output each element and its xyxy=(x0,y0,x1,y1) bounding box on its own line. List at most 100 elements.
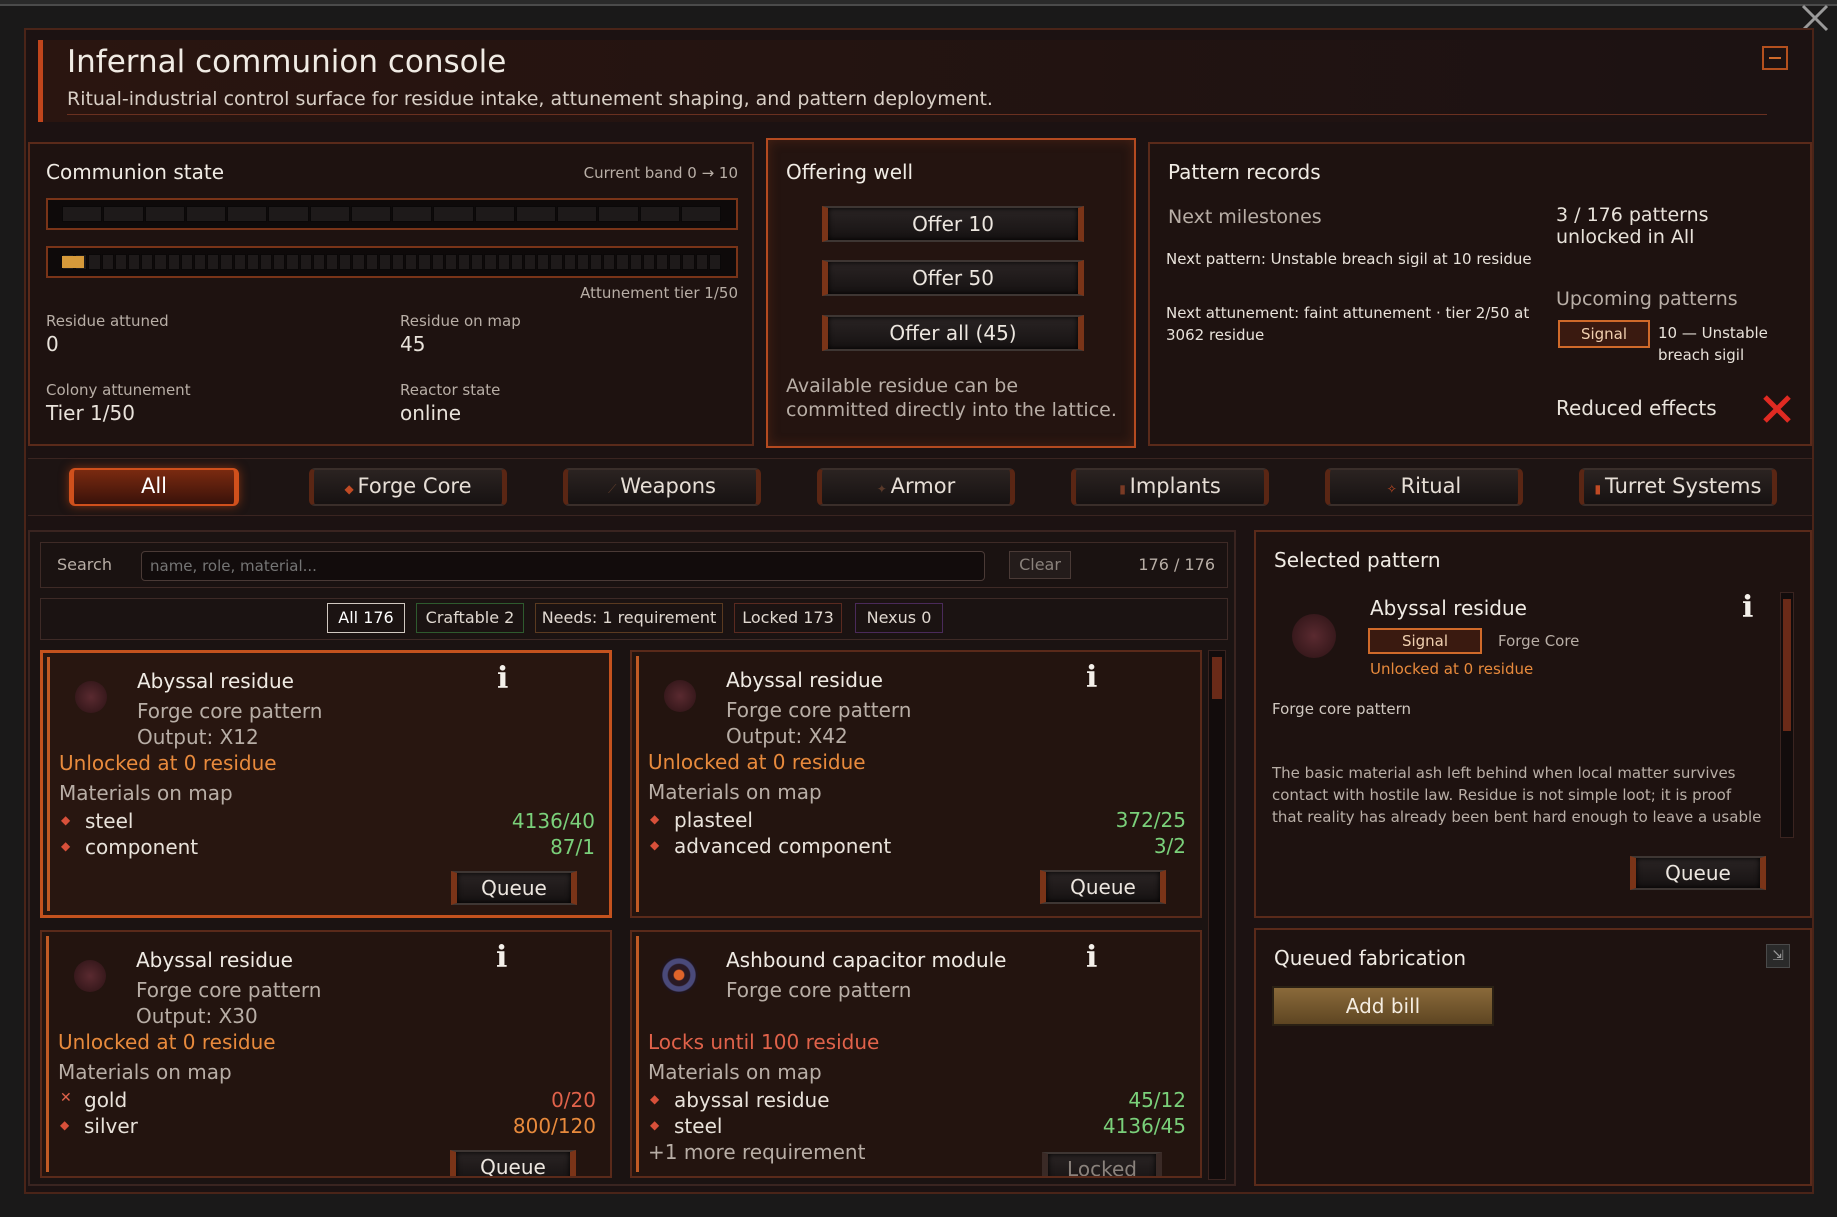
material-qty: 4136/45 xyxy=(1102,1114,1186,1138)
minimize-icon xyxy=(1769,57,1781,59)
filter-locked[interactable]: Locked 173 xyxy=(734,603,842,633)
selected-type: Forge core pattern xyxy=(1272,700,1412,718)
selected-heading: Selected pattern xyxy=(1274,548,1441,572)
filter-needs[interactable]: Needs: 1 requirement xyxy=(535,603,723,633)
implants-icon: ▮ xyxy=(1119,482,1130,496)
bar-segment xyxy=(326,254,339,270)
offer-50-button[interactable]: Offer 50 xyxy=(822,260,1084,296)
tab-turret-systems[interactable]: ▮ Turret Systems xyxy=(1579,468,1777,506)
communion-panel: Communion state Current band 0 → 10 Attu… xyxy=(28,142,754,446)
pattern-card[interactable]: Abyssal residue Forge core pattern Outpu… xyxy=(40,930,612,1178)
selected-category: Forge Core xyxy=(1498,632,1580,650)
tab-forge-core[interactable]: ◆ Forge Core xyxy=(309,468,507,506)
detail-scrollbar[interactable] xyxy=(1780,592,1794,838)
info-icon[interactable]: i xyxy=(1086,660,1097,695)
locked-button: Locked xyxy=(1042,1152,1162,1176)
offer-10-button[interactable]: Offer 10 xyxy=(822,206,1084,242)
tab-armor[interactable]: ✦ Armor xyxy=(817,468,1015,506)
card-name: Abyssal residue xyxy=(136,948,293,972)
bar-segment xyxy=(629,254,642,270)
card-name: Abyssal residue xyxy=(726,668,883,692)
bar-segment xyxy=(576,254,589,270)
records-heading: Pattern records xyxy=(1168,160,1321,184)
materials-heading: Materials on map xyxy=(59,781,233,805)
queue-settings-icon[interactable]: ⇲ xyxy=(1766,944,1790,968)
material-name: steel xyxy=(85,809,134,833)
bar-segment xyxy=(515,206,556,222)
card-output: Output: X30 xyxy=(136,1004,258,1028)
residue-icon xyxy=(74,960,106,992)
materials-heading: Materials on map xyxy=(648,1060,822,1084)
add-bill-button[interactable]: Add bill xyxy=(1272,986,1494,1026)
search-input[interactable] xyxy=(141,551,985,581)
queue-button[interactable]: Queue xyxy=(450,1150,576,1176)
bar-segment xyxy=(286,254,299,270)
page-subtitle: Ritual-industrial control surface for re… xyxy=(67,88,993,110)
pattern-card[interactable]: Abyssal residue Forge core pattern Outpu… xyxy=(630,650,1202,918)
pattern-card[interactable]: Ashbound capacitor module Forge core pat… xyxy=(630,930,1202,1178)
selected-signal-tag: Signal xyxy=(1368,628,1482,654)
capacitor-icon xyxy=(660,956,698,994)
info-icon[interactable]: i xyxy=(1086,940,1097,975)
list-scrollbar-thumb[interactable] xyxy=(1212,657,1222,699)
bar-segment xyxy=(598,206,639,222)
list-scrollbar[interactable] xyxy=(1208,650,1226,1180)
queue-button[interactable]: Queue xyxy=(451,871,577,905)
residue-icon xyxy=(664,680,696,712)
queue-button[interactable]: Queue xyxy=(1040,870,1166,904)
selected-queue-button[interactable]: Queue xyxy=(1630,856,1766,890)
bar-segment xyxy=(405,254,418,270)
milestones-heading: Next milestones xyxy=(1168,206,1322,228)
unlocked-count: 3 / 176 patterns unlocked in All xyxy=(1556,204,1709,248)
residue-icon xyxy=(1292,614,1336,658)
bar-segment xyxy=(524,254,537,270)
card-status: Locks until 100 residue xyxy=(648,1030,880,1054)
material-qty: 3/2 xyxy=(1153,834,1186,858)
bar-segment xyxy=(418,254,431,270)
reduced-effects-toggle-icon[interactable] xyxy=(1760,392,1794,426)
tab-ritual[interactable]: ✧ Ritual xyxy=(1325,468,1523,506)
bar-segment xyxy=(563,254,576,270)
next-pattern-text: Next pattern: Unstable breach sigil at 1… xyxy=(1166,250,1532,268)
info-icon[interactable]: i xyxy=(1742,590,1753,625)
tab-implants[interactable]: ▮ Implants xyxy=(1071,468,1269,506)
stat-label-colony-attunement: Colony attunement xyxy=(46,381,191,399)
card-status: Unlocked at 0 residue xyxy=(648,750,866,774)
bar-segment xyxy=(103,206,144,222)
filter-all[interactable]: All 176 xyxy=(327,603,405,633)
reduced-effects-label: Reduced effects xyxy=(1556,396,1717,420)
filter-craftable[interactable]: Craftable 2 xyxy=(416,603,524,633)
attunement-bar xyxy=(46,246,738,278)
bar-segment xyxy=(682,254,695,270)
offer-all-button[interactable]: Offer all (45) xyxy=(822,315,1084,351)
card-type: Forge core pattern xyxy=(137,699,323,723)
bar-segment xyxy=(510,254,523,270)
missing-material-icon: ✕ xyxy=(60,1090,72,1106)
bar-segment xyxy=(431,254,444,270)
bar-segment xyxy=(299,254,312,270)
clear-button[interactable]: Clear xyxy=(1009,551,1071,579)
material-name: component xyxy=(85,835,199,859)
filter-nexus[interactable]: Nexus 0 xyxy=(855,603,943,633)
material-qty: 45/12 xyxy=(1128,1088,1186,1112)
info-icon[interactable]: i xyxy=(497,661,508,696)
material-qty: 87/1 xyxy=(550,835,595,859)
stat-label-residue-on-map: Residue on map xyxy=(400,312,521,330)
tab-all[interactable]: All xyxy=(69,468,239,506)
bar-segment xyxy=(484,254,497,270)
pattern-card[interactable]: Abyssal residue Forge core pattern Outpu… xyxy=(40,650,612,918)
armor-icon: ✦ xyxy=(876,482,891,496)
tab-weapons-label: Weapons xyxy=(620,474,716,498)
tab-implants-label: Implants xyxy=(1129,474,1221,498)
bar-segment xyxy=(392,206,433,222)
bar-segment xyxy=(260,254,273,270)
minimize-button[interactable] xyxy=(1762,46,1788,70)
info-icon[interactable]: i xyxy=(496,940,507,975)
turret-systems-icon: ▮ xyxy=(1594,482,1605,496)
bar-segment xyxy=(273,254,286,270)
attunement-fill xyxy=(62,256,84,268)
tab-weapons[interactable]: ⟋ Weapons xyxy=(563,468,761,506)
detail-scrollbar-thumb[interactable] xyxy=(1783,599,1791,731)
bar-segment xyxy=(339,254,352,270)
selected-description: The basic material ash left behind when … xyxy=(1272,764,1762,826)
